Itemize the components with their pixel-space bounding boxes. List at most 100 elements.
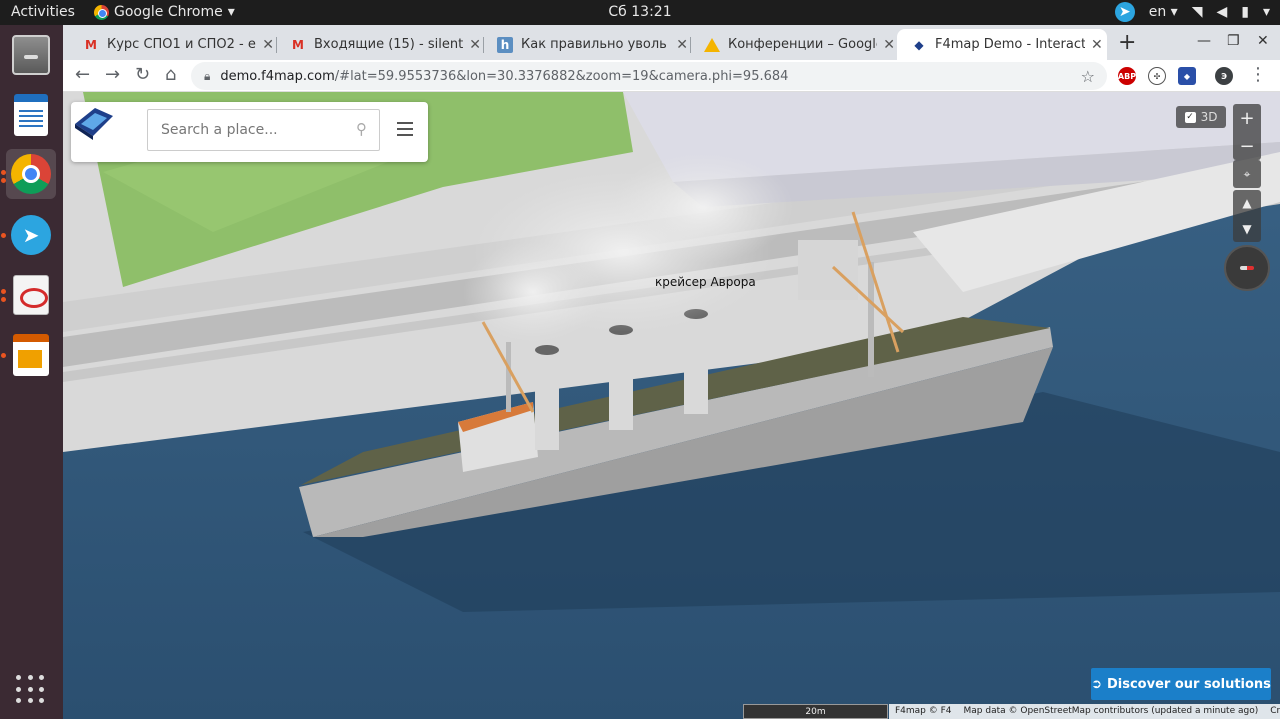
battery-icon[interactable]: ▮ [1241, 4, 1249, 20]
google-drive-icon [704, 37, 720, 53]
back-button[interactable]: ← [75, 64, 90, 85]
running-indicator [1, 170, 6, 175]
chrome-menu-icon[interactable]: ⋮ [1249, 64, 1267, 85]
discover-solutions-button[interactable]: ➲ Discover our solutions [1091, 668, 1271, 700]
tilt-down-button[interactable]: ▼ [1233, 216, 1261, 242]
minimize-button[interactable]: — [1197, 33, 1211, 49]
search-input[interactable] [161, 110, 351, 150]
discover-label: Discover our solutions [1106, 676, 1271, 692]
chevron-up-icon: ▲ [1242, 196, 1252, 210]
close-icon[interactable]: ✕ [262, 37, 274, 53]
dock: ➤ [0, 25, 63, 719]
locate-button[interactable]: ⌖ [1233, 160, 1261, 188]
tab-drive[interactable]: Конференции – Google ✕ [690, 29, 895, 60]
tab-gmail-inbox[interactable]: M Входящие (15) - silente ✕ [276, 29, 481, 60]
checkbox-icon[interactable]: ✓ [1184, 111, 1196, 123]
gmail-icon: M [292, 37, 304, 52]
chrome-icon [94, 4, 109, 20]
tab-title: Как правильно уволь [521, 37, 667, 52]
map-3d-scene[interactable] [63, 92, 1280, 719]
h-icon: h [497, 36, 513, 53]
home-button[interactable]: ⌂ [165, 64, 176, 85]
toggle-3d[interactable]: ✓ 3D [1176, 106, 1226, 128]
compass-needle-icon [1240, 266, 1254, 270]
app-menu-label: Google Chrome [114, 4, 223, 20]
system-tray[interactable]: ➤ en ▾ ◥ ◀ ▮ ▾ [1114, 2, 1270, 22]
crosshair-icon: ⌖ [1243, 166, 1251, 181]
chevron-down-icon: ▼ [1242, 222, 1252, 236]
compass-control[interactable] [1224, 245, 1270, 291]
f4map-icon: ◆ [914, 37, 924, 52]
dock-writer[interactable] [6, 90, 56, 140]
scale-bar: 20m [743, 704, 888, 719]
zoom-control: + − [1233, 104, 1261, 160]
maximize-button[interactable]: ❐ [1227, 33, 1240, 49]
running-indicator [1, 233, 6, 238]
running-indicator [1, 353, 6, 358]
writer-icon [14, 94, 48, 136]
address-bar[interactable]: 🔒︎ demo.f4map.com/#lat=59.9553736&lon=30… [191, 62, 1107, 90]
browser-toolbar: ← → ↻ ⌂ 🔒︎ demo.f4map.com/#lat=59.955373… [63, 60, 1280, 92]
tab-article[interactable]: h Как правильно уволь ✕ [483, 29, 688, 60]
zoom-in-button[interactable]: + [1233, 104, 1261, 132]
close-icon[interactable]: ✕ [883, 37, 895, 53]
tilt-up-button[interactable]: ▲ [1233, 190, 1261, 216]
search-field[interactable]: ⚲ [147, 109, 380, 151]
hamburger-menu-icon[interactable] [397, 122, 413, 136]
reload-button[interactable]: ↻ [135, 64, 150, 85]
attribution-f4[interactable]: F4map © F4 [895, 704, 952, 719]
chevron-down-icon[interactable]: ▾ [1263, 4, 1270, 20]
files-icon [12, 35, 50, 75]
tab-title: Конференции – Google [728, 37, 878, 52]
telegram-icon: ➤ [11, 215, 51, 255]
dock-telegram[interactable]: ➤ [6, 210, 56, 260]
tab-title: Входящие (15) - silente [314, 37, 464, 52]
search-icon[interactable]: ⚲ [356, 120, 367, 138]
volume-icon[interactable]: ◀ [1216, 4, 1227, 20]
search-panel: ⚲ [71, 102, 428, 162]
f4map-logo-icon[interactable] [71, 102, 117, 142]
adblock-plus-icon[interactable]: ABP [1118, 67, 1136, 85]
telegram-tray-icon[interactable]: ➤ [1114, 2, 1135, 22]
forward-button[interactable]: → [105, 64, 120, 85]
map-label-ship[interactable]: крейсер Аврора [655, 275, 756, 289]
extension-icon[interactable]: ◆ [1178, 67, 1196, 85]
close-icon[interactable]: ✕ [469, 37, 481, 53]
running-indicator [1, 289, 6, 294]
app-menu[interactable]: Google Chrome ▾ [94, 4, 235, 20]
bookmark-star-icon[interactable]: ☆ [1081, 67, 1095, 86]
wifi-icon[interactable]: ◥ [1192, 4, 1203, 20]
dock-document-viewer[interactable] [6, 270, 56, 320]
activities-button[interactable]: Activities [11, 4, 75, 20]
chevron-down-icon: ▾ [227, 4, 235, 20]
close-icon[interactable]: ✕ [676, 37, 688, 53]
impress-icon [13, 334, 49, 376]
arrow-circle-icon: ➲ [1091, 676, 1102, 692]
tab-strip: M Курс СПО1 и СПО2 - ее ✕ M Входящие (15… [63, 25, 1280, 60]
tab-title: Курс СПО1 и СПО2 - ее [107, 37, 257, 52]
running-indicator [1, 297, 6, 302]
attribution-osm[interactable]: Map data © OpenStreetMap contributors (u… [964, 704, 1259, 719]
extension-icon[interactable]: ✣ [1148, 67, 1166, 85]
toggle-3d-label: 3D [1200, 110, 1218, 124]
tab-gmail-course[interactable]: M Курс СПО1 и СПО2 - ее ✕ [69, 29, 274, 60]
zoom-out-button[interactable]: − [1233, 132, 1261, 160]
tab-f4map[interactable]: ◆ F4map Demo - Interact ✕ [897, 29, 1107, 60]
chrome-icon [11, 154, 51, 194]
credits-link[interactable]: Credits [1270, 704, 1280, 719]
map-viewport[interactable]: крейсер Аврора ⚲ ✓ 3D + − ⌖ ▲ ▼ ➲ Discov… [63, 92, 1280, 719]
lock-icon[interactable]: 🔒︎ [204, 69, 210, 84]
close-icon[interactable]: ✕ [1091, 37, 1103, 53]
new-tab-button[interactable]: + [1118, 30, 1136, 55]
gmail-icon: M [85, 37, 97, 52]
dock-chrome[interactable] [6, 149, 56, 199]
show-applications-icon[interactable] [16, 675, 46, 705]
dock-impress[interactable] [6, 330, 56, 380]
document-viewer-icon [13, 275, 49, 315]
profile-avatar[interactable]: Э [1215, 67, 1233, 85]
dock-files[interactable] [6, 30, 56, 80]
close-window-button[interactable]: ✕ [1257, 33, 1269, 49]
top-panel: Activities Google Chrome ▾ Сб 13:21 ➤ en… [0, 0, 1280, 25]
tab-title: F4map Demo - Interact [935, 37, 1085, 52]
language-indicator[interactable]: en ▾ [1149, 4, 1178, 20]
